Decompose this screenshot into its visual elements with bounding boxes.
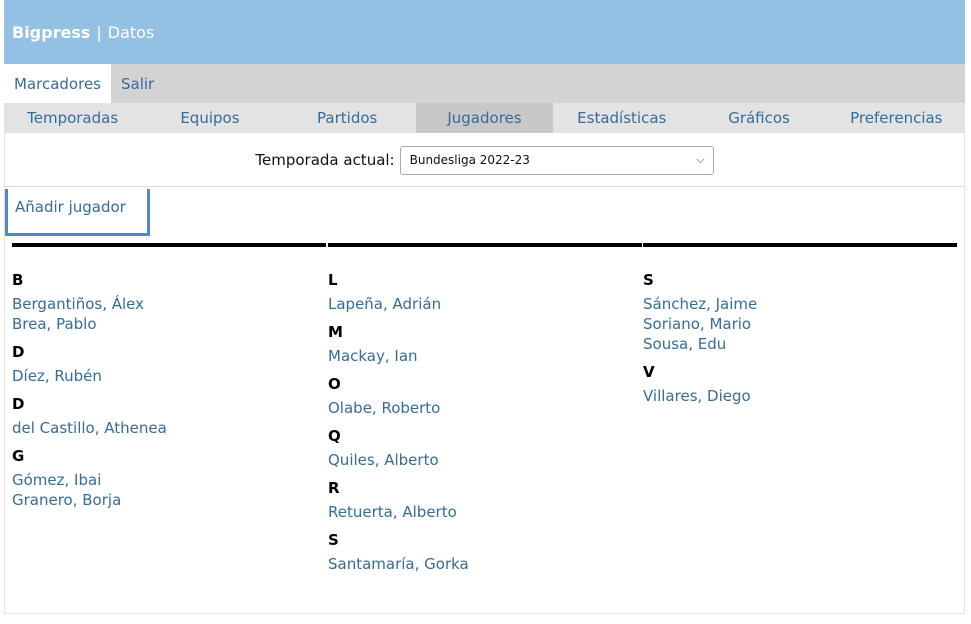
tab-salir[interactable]: Salir: [111, 64, 164, 103]
season-selector-row: Temporada actual: Bundesliga 2022-23 ⌵: [4, 145, 965, 175]
top-nav: Marcadores Salir: [4, 64, 965, 103]
player-link[interactable]: Retuerta, Alberto: [328, 502, 642, 522]
tab-marcadores[interactable]: Marcadores: [4, 64, 111, 103]
season-select[interactable]: Bundesliga 2022-23 ⌵: [399, 145, 714, 175]
tab-partidos[interactable]: Partidos: [279, 103, 416, 133]
letter-heading: G: [12, 447, 25, 465]
divider: [4, 186, 965, 187]
letter-heading: V: [643, 363, 655, 381]
letter-heading: S: [643, 271, 654, 289]
player-column-1: B Bergantiños, Álex Brea, Pablo D Díez, Rubé…: [12, 243, 326, 518]
letter-group: G Gómez, Ibai Granero, Borja: [12, 446, 326, 510]
season-label: Temporada actual:: [255, 151, 395, 169]
tab-equipos[interactable]: Equipos: [141, 103, 278, 133]
page: Bigpress | Datos Marcadores Salir Tempor…: [0, 0, 971, 624]
chevron-down-icon: ⌵: [696, 153, 705, 166]
player-link[interactable]: Díez, Rubén: [12, 366, 326, 386]
player-link[interactable]: Gómez, Ibai: [12, 470, 326, 490]
player-link[interactable]: Brea, Pablo: [12, 314, 326, 334]
letter-heading: D: [12, 395, 25, 413]
app-header: Bigpress | Datos: [4, 0, 965, 64]
letter-heading: R: [328, 479, 340, 497]
tab-jugadores[interactable]: Jugadores: [415, 103, 554, 133]
tab-preferencias[interactable]: Preferencias: [828, 103, 965, 133]
player-link[interactable]: Sánchez, Jaime: [643, 294, 957, 314]
player-link[interactable]: Quiles, Alberto: [328, 450, 642, 470]
player-link[interactable]: Villares, Diego: [643, 386, 957, 406]
letter-heading: M: [328, 323, 343, 341]
letter-heading: B: [12, 271, 24, 289]
player-link[interactable]: Olabe, Roberto: [328, 398, 642, 418]
letter-heading: S: [328, 531, 339, 549]
add-player-label: Añadir jugador: [15, 198, 126, 216]
letter-heading: D: [12, 343, 25, 361]
header-separator: |: [96, 22, 102, 42]
letter-heading: L: [328, 271, 338, 289]
letter-group: M Mackay, Ian: [328, 322, 642, 366]
letter-group: S Santamaría, Gorka: [328, 530, 642, 574]
tab-graficos[interactable]: Gráficos: [690, 103, 827, 133]
letter-group: V Villares, Diego: [643, 362, 957, 406]
brand-name[interactable]: Bigpress: [12, 23, 90, 42]
player-column-2: L Lapeña, Adrián M Mackay, Ian O Olabe, Rober…: [328, 243, 642, 582]
player-link[interactable]: Sousa, Edu: [643, 334, 957, 354]
letter-group: R Retuerta, Alberto: [328, 478, 642, 522]
letter-group: Ddel Castillo, Athenea: [12, 394, 326, 438]
season-selected-value: Bundesliga 2022-23: [409, 153, 530, 167]
letter-group: S Sánchez, Jaime Soriano, Mario Sousa, Edu: [643, 270, 957, 354]
letter-group: D Díez, Rubén: [12, 342, 326, 386]
tab-temporadas[interactable]: Temporadas: [4, 103, 141, 133]
player-link[interactable]: Bergantiños, Álex: [12, 294, 326, 314]
letter-group: L Lapeña, Adrián: [328, 270, 642, 314]
letter-heading: O: [328, 375, 341, 393]
letter-group: O Olabe, Roberto: [328, 374, 642, 418]
letter-heading: Q: [328, 427, 341, 445]
player-column-3: S Sánchez, Jaime Soriano, Mario Sousa, Edu V…: [643, 243, 957, 414]
tab-estadisticas[interactable]: Estadísticas: [553, 103, 690, 133]
player-link[interactable]: Soriano, Mario: [643, 314, 957, 334]
sub-nav: Temporadas Equipos Partidos Jugadores Es…: [4, 103, 965, 133]
player-link[interactable]: Mackay, Ian: [328, 346, 642, 366]
player-link[interactable]: del Castillo, Athenea: [12, 418, 326, 438]
add-player-button[interactable]: Añadir jugador: [5, 189, 150, 236]
player-link[interactable]: Santamaría, Gorka: [328, 554, 642, 574]
section-name: Datos: [107, 22, 155, 42]
player-link[interactable]: Lapeña, Adrián: [328, 294, 642, 314]
letter-group: B Bergantiños, Álex Brea, Pablo: [12, 270, 326, 334]
player-link[interactable]: Granero, Borja: [12, 490, 326, 510]
letter-group: Q Quiles, Alberto: [328, 426, 642, 470]
